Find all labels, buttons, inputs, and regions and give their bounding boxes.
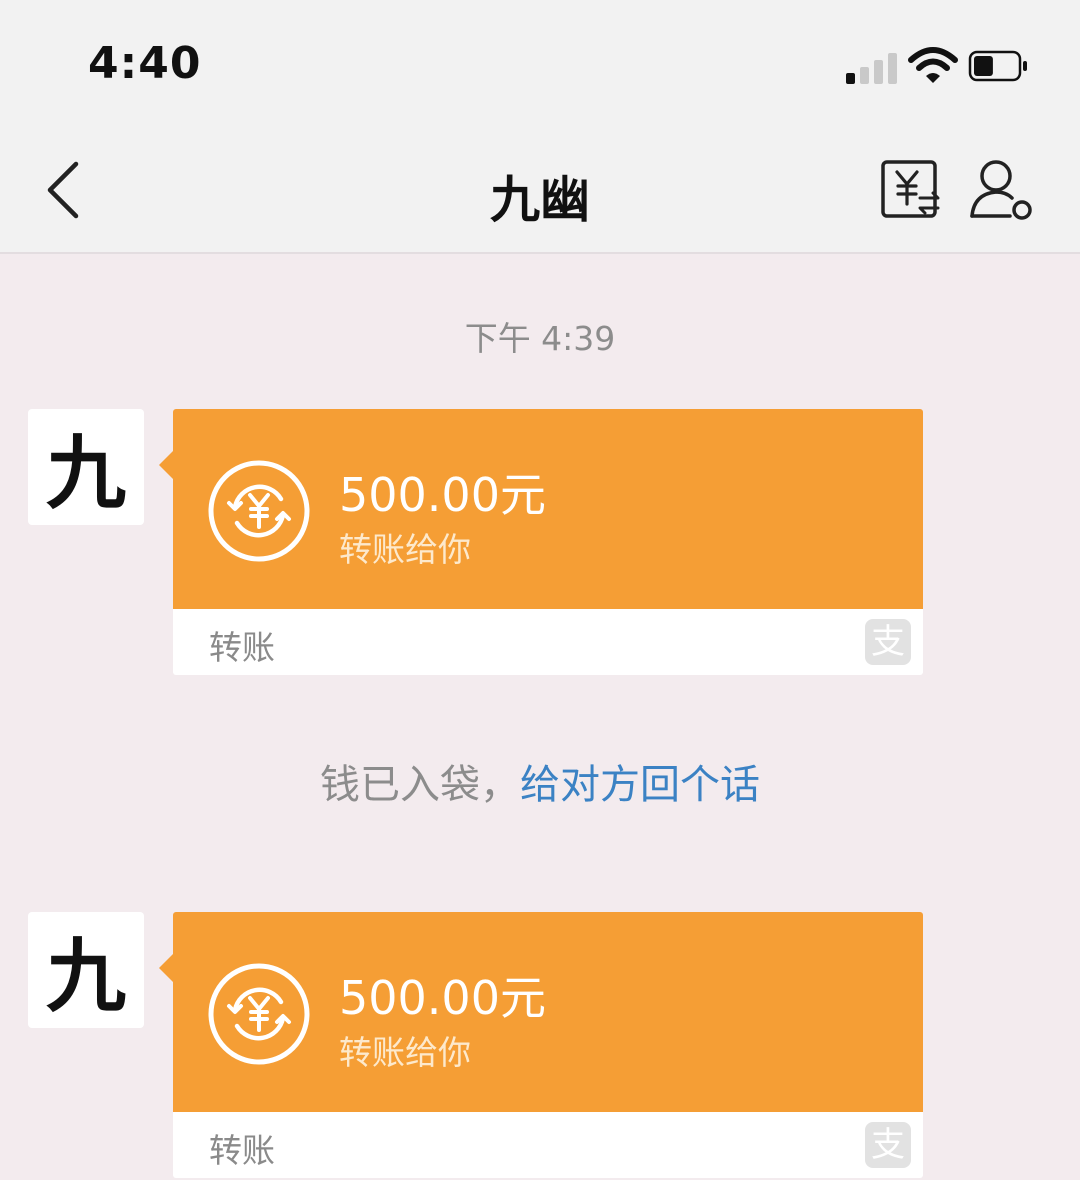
received-notice: 钱已入袋，给对方回个话 — [0, 752, 1080, 810]
transfer-type-label: 转账 — [209, 1131, 275, 1170]
received-notice-text: 钱已入袋， — [320, 762, 520, 808]
message-timestamp: 下午 4:39 — [464, 319, 616, 358]
transfer-amount: 500.00元 — [339, 468, 546, 522]
cellular-signal-icon — [846, 52, 898, 84]
transfer-card-body: 500.00元 转账给你 — [159, 409, 923, 609]
battery-icon — [968, 50, 1027, 82]
contact-avatar[interactable]: 九 — [28, 912, 144, 1028]
yuan-exchange-icon — [208, 460, 310, 562]
transfer-card[interactable]: 500.00元 转账给你 转账 支 — [159, 912, 923, 1178]
transfer-card-footer: 转账 支 — [173, 1112, 923, 1178]
reply-link[interactable]: 给对方回个话 — [520, 762, 760, 808]
alipay-icon: 支 — [865, 619, 911, 665]
status-time: 4:40 — [88, 38, 202, 89]
transfer-subtitle: 转账给你 — [339, 530, 471, 569]
user-settings-button[interactable] — [966, 156, 1036, 222]
chat-title: 九幽 — [490, 171, 590, 229]
yuan-exchange-icon — [208, 963, 310, 1065]
transfer-amount: 500.00元 — [339, 971, 546, 1025]
transfer-subtitle: 转账给你 — [339, 1033, 471, 1072]
transfer-card[interactable]: 500.00元 转账给你 转账 支 — [159, 409, 923, 675]
alipay-icon: 支 — [865, 1122, 911, 1168]
back-button[interactable] — [38, 156, 86, 224]
transfer-card-footer: 转账 支 — [173, 609, 923, 675]
yuan-transfer-button[interactable] — [880, 158, 942, 222]
top-bar: 4:40 九幽 — [0, 0, 1080, 254]
wifi-icon — [908, 47, 958, 83]
contact-avatar[interactable]: 九 — [28, 409, 144, 525]
transfer-card-body: 500.00元 转账给你 — [159, 912, 923, 1112]
transfer-type-label: 转账 — [209, 628, 275, 667]
